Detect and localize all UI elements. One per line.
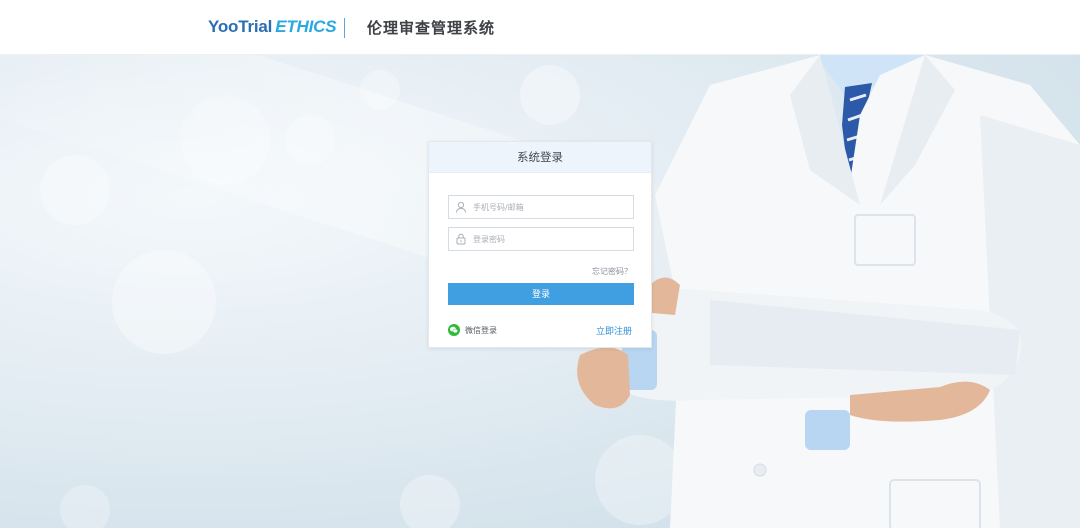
login-title: 系统登录 xyxy=(429,142,651,173)
header-divider xyxy=(344,18,345,38)
login-button[interactable]: 登录 xyxy=(448,283,634,305)
bokeh-light xyxy=(180,95,270,185)
wechat-login[interactable]: 微信登录 xyxy=(448,323,497,337)
top-header: YooTrial ETHICS 伦理审查管理系统 xyxy=(0,0,1080,55)
username-input[interactable] xyxy=(473,199,629,215)
wechat-login-label: 微信登录 xyxy=(465,325,497,335)
password-field[interactable] xyxy=(448,227,634,251)
register-link[interactable]: 立即注册 xyxy=(596,324,632,337)
logo-ethics-text: ETHICS xyxy=(275,17,337,36)
logo-yoo-text: YooTrial xyxy=(208,17,273,36)
bokeh-light xyxy=(285,115,335,165)
username-field[interactable] xyxy=(448,195,634,219)
bokeh-light xyxy=(112,250,216,354)
user-icon xyxy=(456,201,466,213)
lock-icon xyxy=(456,233,466,245)
login-card: 系统登录 忘记密码？ 登录 微信登录 立即注册 xyxy=(428,141,652,348)
wechat-icon xyxy=(448,324,460,336)
yootrial-logo[interactable]: YooTrial ETHICS xyxy=(208,17,337,39)
bokeh-light xyxy=(360,70,400,110)
system-title: 伦理审查管理系统 xyxy=(367,19,496,37)
bokeh-light xyxy=(60,485,110,528)
forgot-password-link[interactable]: 忘记密码？ xyxy=(592,266,632,277)
bokeh-light xyxy=(400,475,460,528)
password-input[interactable] xyxy=(473,231,629,247)
bokeh-light xyxy=(40,155,110,225)
